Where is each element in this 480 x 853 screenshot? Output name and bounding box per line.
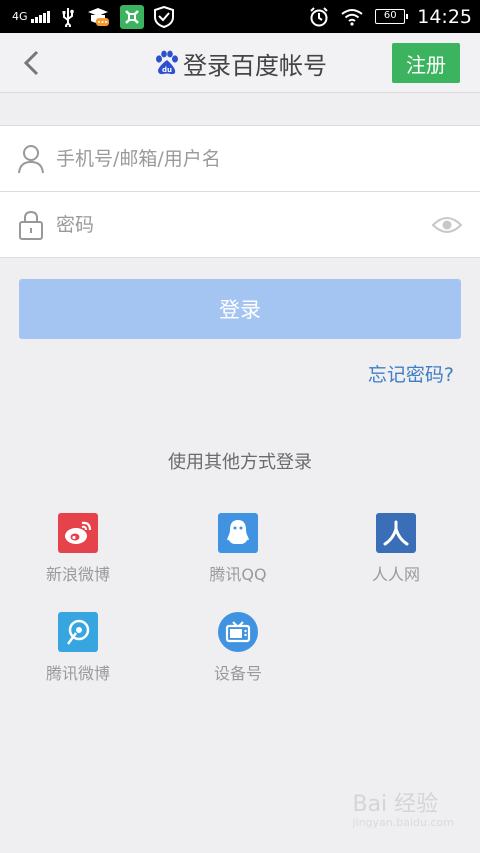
- password-input[interactable]: [56, 206, 416, 244]
- qq-icon: [218, 513, 258, 553]
- login-option-weibo[interactable]: 新浪微博: [18, 513, 138, 585]
- header-bar: du 登录百度帐号 注册: [0, 33, 480, 93]
- signal-icon: [30, 11, 50, 23]
- option-label: 新浪微博: [45, 565, 110, 584]
- network-type: 4G: [12, 10, 28, 23]
- tv-icon: [218, 612, 258, 652]
- tencent-weibo-icon: [58, 612, 98, 652]
- watermark-brand: Bai 经验: [352, 792, 439, 817]
- battery-icon: 60: [375, 9, 409, 24]
- other-login-title: 使用其他方式登录: [168, 452, 312, 473]
- lock-icon: [19, 210, 43, 240]
- wifi-icon: [341, 8, 363, 26]
- option-label: 设备号: [213, 664, 262, 683]
- username-row: [0, 126, 480, 192]
- usb-icon: [62, 7, 74, 27]
- renren-icon: [376, 513, 416, 553]
- status-left: 4G: [12, 0, 174, 33]
- login-button[interactable]: 登录: [19, 279, 461, 339]
- login-form: [0, 125, 480, 258]
- login-option-renren[interactable]: 人人网: [336, 513, 456, 585]
- option-label: 腾讯微博: [45, 664, 110, 683]
- weibo-icon: [58, 513, 98, 553]
- login-option-qq[interactable]: 腾讯QQ: [178, 513, 298, 585]
- signal-indicator: 4G: [12, 10, 50, 23]
- login-option-device[interactable]: 设备号: [178, 612, 298, 684]
- status-bar: 4G 60 14:25: [0, 0, 480, 33]
- password-row: [0, 192, 480, 258]
- baidu-paw-icon: du: [156, 50, 178, 75]
- option-label: 人人网: [371, 565, 420, 584]
- watermark-url: jingyan.baidu.com: [352, 816, 454, 829]
- option-label: 腾讯QQ: [209, 565, 267, 584]
- shield-icon: [153, 5, 174, 28]
- status-right: 60 14:25: [309, 0, 472, 33]
- app-notification-icon: [87, 7, 109, 26]
- watermark: Bai 经验 jingyan.baidu.com: [352, 786, 454, 829]
- eye-icon[interactable]: [432, 214, 462, 236]
- username-input[interactable]: [56, 140, 416, 178]
- register-button[interactable]: 注册: [392, 43, 460, 83]
- forgot-password-link[interactable]: 忘记密码?: [368, 360, 454, 387]
- svg-text:du: du: [162, 66, 172, 74]
- user-icon: [18, 145, 44, 174]
- page-title: 登录百度帐号: [183, 51, 327, 80]
- clock: 14:25: [417, 5, 472, 28]
- login-option-tencent-weibo[interactable]: 腾讯微博: [18, 612, 138, 684]
- apps-icon: [119, 4, 144, 29]
- alarm-icon: [310, 6, 328, 26]
